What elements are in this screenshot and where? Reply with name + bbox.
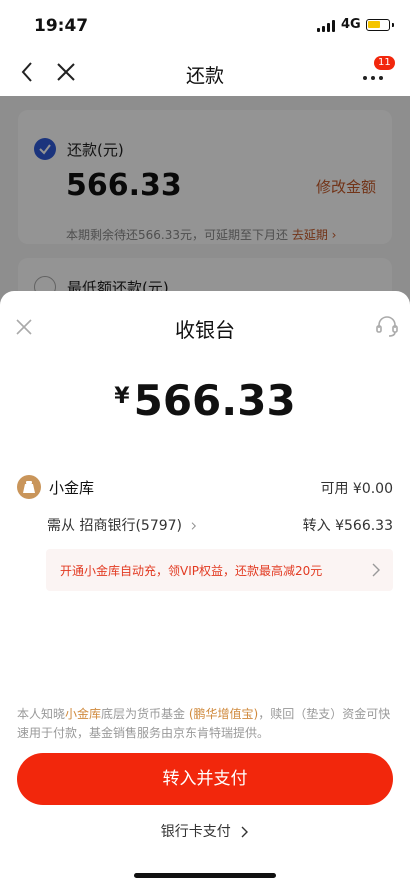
page-title: 还款: [185, 65, 224, 87]
transfer-and-pay-button[interactable]: 转入并支付: [17, 753, 393, 805]
bank-card-pay-label: 银行卡支付: [160, 824, 231, 840]
funding-source-selector[interactable]: 需从 招商银行(5797): [47, 515, 198, 535]
chevron-right-icon: [372, 563, 380, 577]
vault-icon: [17, 475, 41, 499]
notification-badge: 11: [374, 56, 395, 70]
battery-icon: [366, 19, 394, 31]
pay-amount: ¥566.33: [0, 376, 410, 425]
sheet-title: 收银台: [175, 318, 235, 342]
vault-label: 小金库: [49, 479, 95, 497]
vault-available: 可用 ¥0.00: [320, 481, 393, 497]
signal-icon: [317, 20, 337, 32]
status-time: 19:47: [34, 16, 89, 36]
source-prefix: 需从: [47, 518, 75, 534]
customer-service-icon[interactable]: [374, 313, 400, 339]
home-indicator[interactable]: [134, 873, 276, 878]
chevron-right-icon: [241, 826, 249, 838]
status-bar: 19:47 4G: [0, 0, 410, 50]
chevron-right-icon: [192, 522, 197, 530]
bank-card-pay-link[interactable]: 银行卡支付: [0, 821, 410, 841]
vault-link[interactable]: 小金库: [65, 707, 101, 721]
nav-bar: 还款 11: [0, 50, 410, 96]
promo-banner[interactable]: 开通小金库自动充，领VIP权益，还款最高减20元: [46, 549, 393, 591]
promo-text: 开通小金库自动充，领VIP权益，还款最高减20元: [60, 564, 323, 578]
transfer-amount: 转入 ¥566.33: [302, 518, 393, 534]
fund-link[interactable]: (鹏华增值宝): [189, 707, 258, 721]
amount-value: 566.33: [133, 376, 296, 425]
disclaimer-text: 本人知晓小金库底层为货币基金 (鹏华增值宝)，赎回（垫支）资金可快速用于付款，基…: [17, 707, 391, 740]
network-type: 4G: [341, 17, 361, 32]
currency-symbol: ¥: [114, 384, 130, 409]
source-bank: 招商银行(5797): [79, 518, 183, 534]
cashier-sheet: 收银台 ¥566.33 小金库 可用 ¥0.00 需从 招商银行(5797) 转…: [0, 291, 410, 887]
